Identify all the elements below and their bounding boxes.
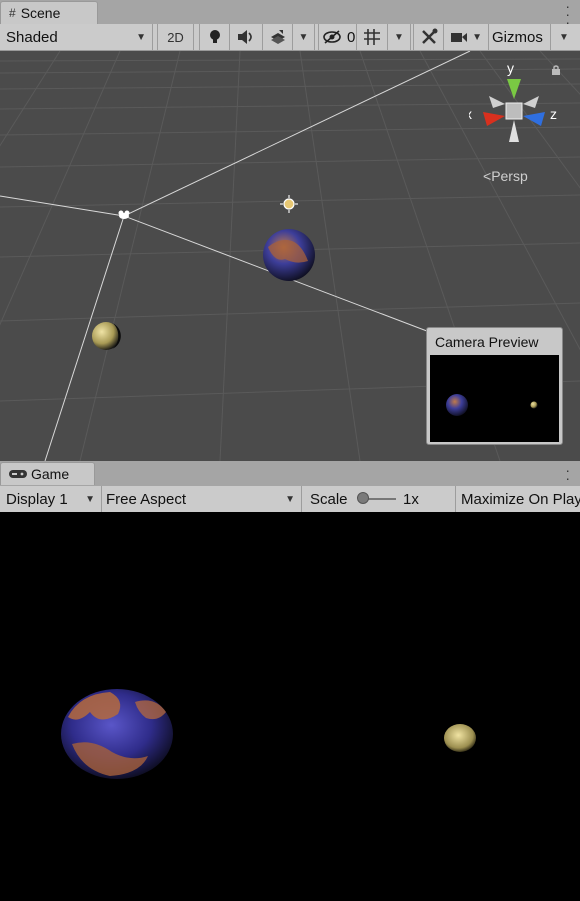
toggle-2d-label: 2D bbox=[167, 29, 184, 45]
grid-toggle[interactable] bbox=[357, 24, 388, 50]
toggle-2d-button[interactable]: 2D bbox=[157, 24, 194, 50]
game-viewport[interactable] bbox=[0, 512, 580, 901]
chevron-down-icon: ▼ bbox=[85, 494, 95, 505]
game-tab-label: Game bbox=[31, 466, 70, 482]
gamepad-icon bbox=[9, 470, 27, 478]
chevron-down-icon: ▼ bbox=[285, 494, 295, 505]
chevron-down-icon: ▼ bbox=[298, 31, 309, 43]
chevron-left-icon: < bbox=[483, 168, 492, 184]
camera-preview-image bbox=[430, 355, 559, 442]
chevron-down-icon: ▼ bbox=[559, 31, 569, 43]
scale-label: Scale bbox=[310, 490, 348, 508]
game-toolbar: Display 1 ▼ Free Aspect ▼ Scale 1x Maxim… bbox=[0, 486, 580, 513]
scene-viewport[interactable]: y x z <Persp Camera Preview bbox=[0, 51, 580, 461]
game-tab[interactable]: Game bbox=[0, 462, 95, 485]
orientation-gizmo[interactable]: y x z bbox=[469, 64, 559, 154]
display-label: Display 1 bbox=[6, 490, 68, 508]
tools-button[interactable] bbox=[413, 24, 444, 50]
chevron-down-icon: ▼ bbox=[394, 31, 404, 43]
scene-tab-bar: # Scene · · · bbox=[0, 0, 580, 29]
hidden-objects-toggle[interactable]: 0 bbox=[318, 24, 357, 50]
speaker-icon bbox=[238, 30, 252, 44]
moon-render bbox=[444, 724, 476, 752]
hidden-count: 0 bbox=[347, 28, 356, 46]
layers-icon bbox=[270, 30, 285, 44]
gizmos-dropdown[interactable]: ▼ bbox=[551, 24, 577, 50]
audio-toggle[interactable] bbox=[230, 24, 263, 50]
draw-mode-dropdown[interactable]: Shaded ▼ bbox=[0, 24, 153, 50]
scale-value: 1x bbox=[403, 491, 419, 508]
axis-y-label: y bbox=[507, 64, 514, 76]
camera-preview-title: Camera Preview bbox=[435, 334, 539, 350]
moon-object[interactable] bbox=[92, 322, 121, 350]
grid-dropdown[interactable]: ▼ bbox=[388, 24, 411, 50]
axis-x-label: x bbox=[469, 106, 472, 122]
maximize-on-play-label: Maximize On Play bbox=[461, 490, 580, 508]
display-dropdown[interactable]: Display 1 ▼ bbox=[0, 486, 102, 512]
scene-tab-label: Scene bbox=[20, 5, 61, 21]
chevron-down-icon: ▼ bbox=[136, 32, 146, 43]
planet-object[interactable] bbox=[263, 229, 315, 281]
camera-icon bbox=[451, 33, 467, 42]
planet-render bbox=[61, 689, 173, 779]
scene-tab-menu-icon[interactable]: · · · bbox=[565, 0, 570, 29]
gizmos-button[interactable]: Gizmos bbox=[489, 24, 551, 50]
projection-toggle[interactable]: <Persp bbox=[483, 168, 528, 184]
grid-icon: # bbox=[9, 6, 16, 20]
camera-gizmo-icon[interactable] bbox=[118, 210, 130, 220]
aspect-label: Free Aspect bbox=[106, 490, 187, 508]
tools-icon bbox=[421, 28, 437, 44]
aspect-dropdown[interactable]: Free Aspect ▼ bbox=[102, 486, 302, 512]
scene-toolbar: Shaded ▼ 2D ▼ 0 ▼ ▼ Gizmos ▼ bbox=[0, 24, 580, 51]
gizmos-label: Gizmos bbox=[492, 28, 543, 46]
eye-slash-icon bbox=[323, 30, 341, 44]
projection-label: Persp bbox=[491, 168, 528, 184]
game-tab-bar: Game ··· bbox=[0, 461, 580, 493]
grid-snap-icon bbox=[364, 29, 380, 45]
scene-tab[interactable]: # Scene bbox=[0, 1, 98, 24]
axis-z-label: z bbox=[550, 106, 557, 122]
lightbulb-icon bbox=[209, 30, 220, 43]
camera-preview-panel: Camera Preview bbox=[426, 327, 563, 445]
draw-mode-label: Shaded bbox=[6, 28, 58, 46]
camera-dropdown[interactable]: ▼ bbox=[444, 24, 489, 50]
light-gizmo-icon[interactable] bbox=[280, 195, 298, 213]
effects-dropdown[interactable]: ▼ bbox=[293, 24, 315, 50]
lock-icon[interactable] bbox=[551, 65, 561, 75]
chevron-down-icon: ▼ bbox=[472, 32, 482, 43]
scale-slider-thumb[interactable] bbox=[357, 492, 369, 504]
maximize-on-play-toggle[interactable]: Maximize On Play bbox=[456, 486, 580, 512]
lighting-toggle[interactable] bbox=[199, 24, 230, 50]
effects-toggle[interactable] bbox=[263, 24, 293, 50]
